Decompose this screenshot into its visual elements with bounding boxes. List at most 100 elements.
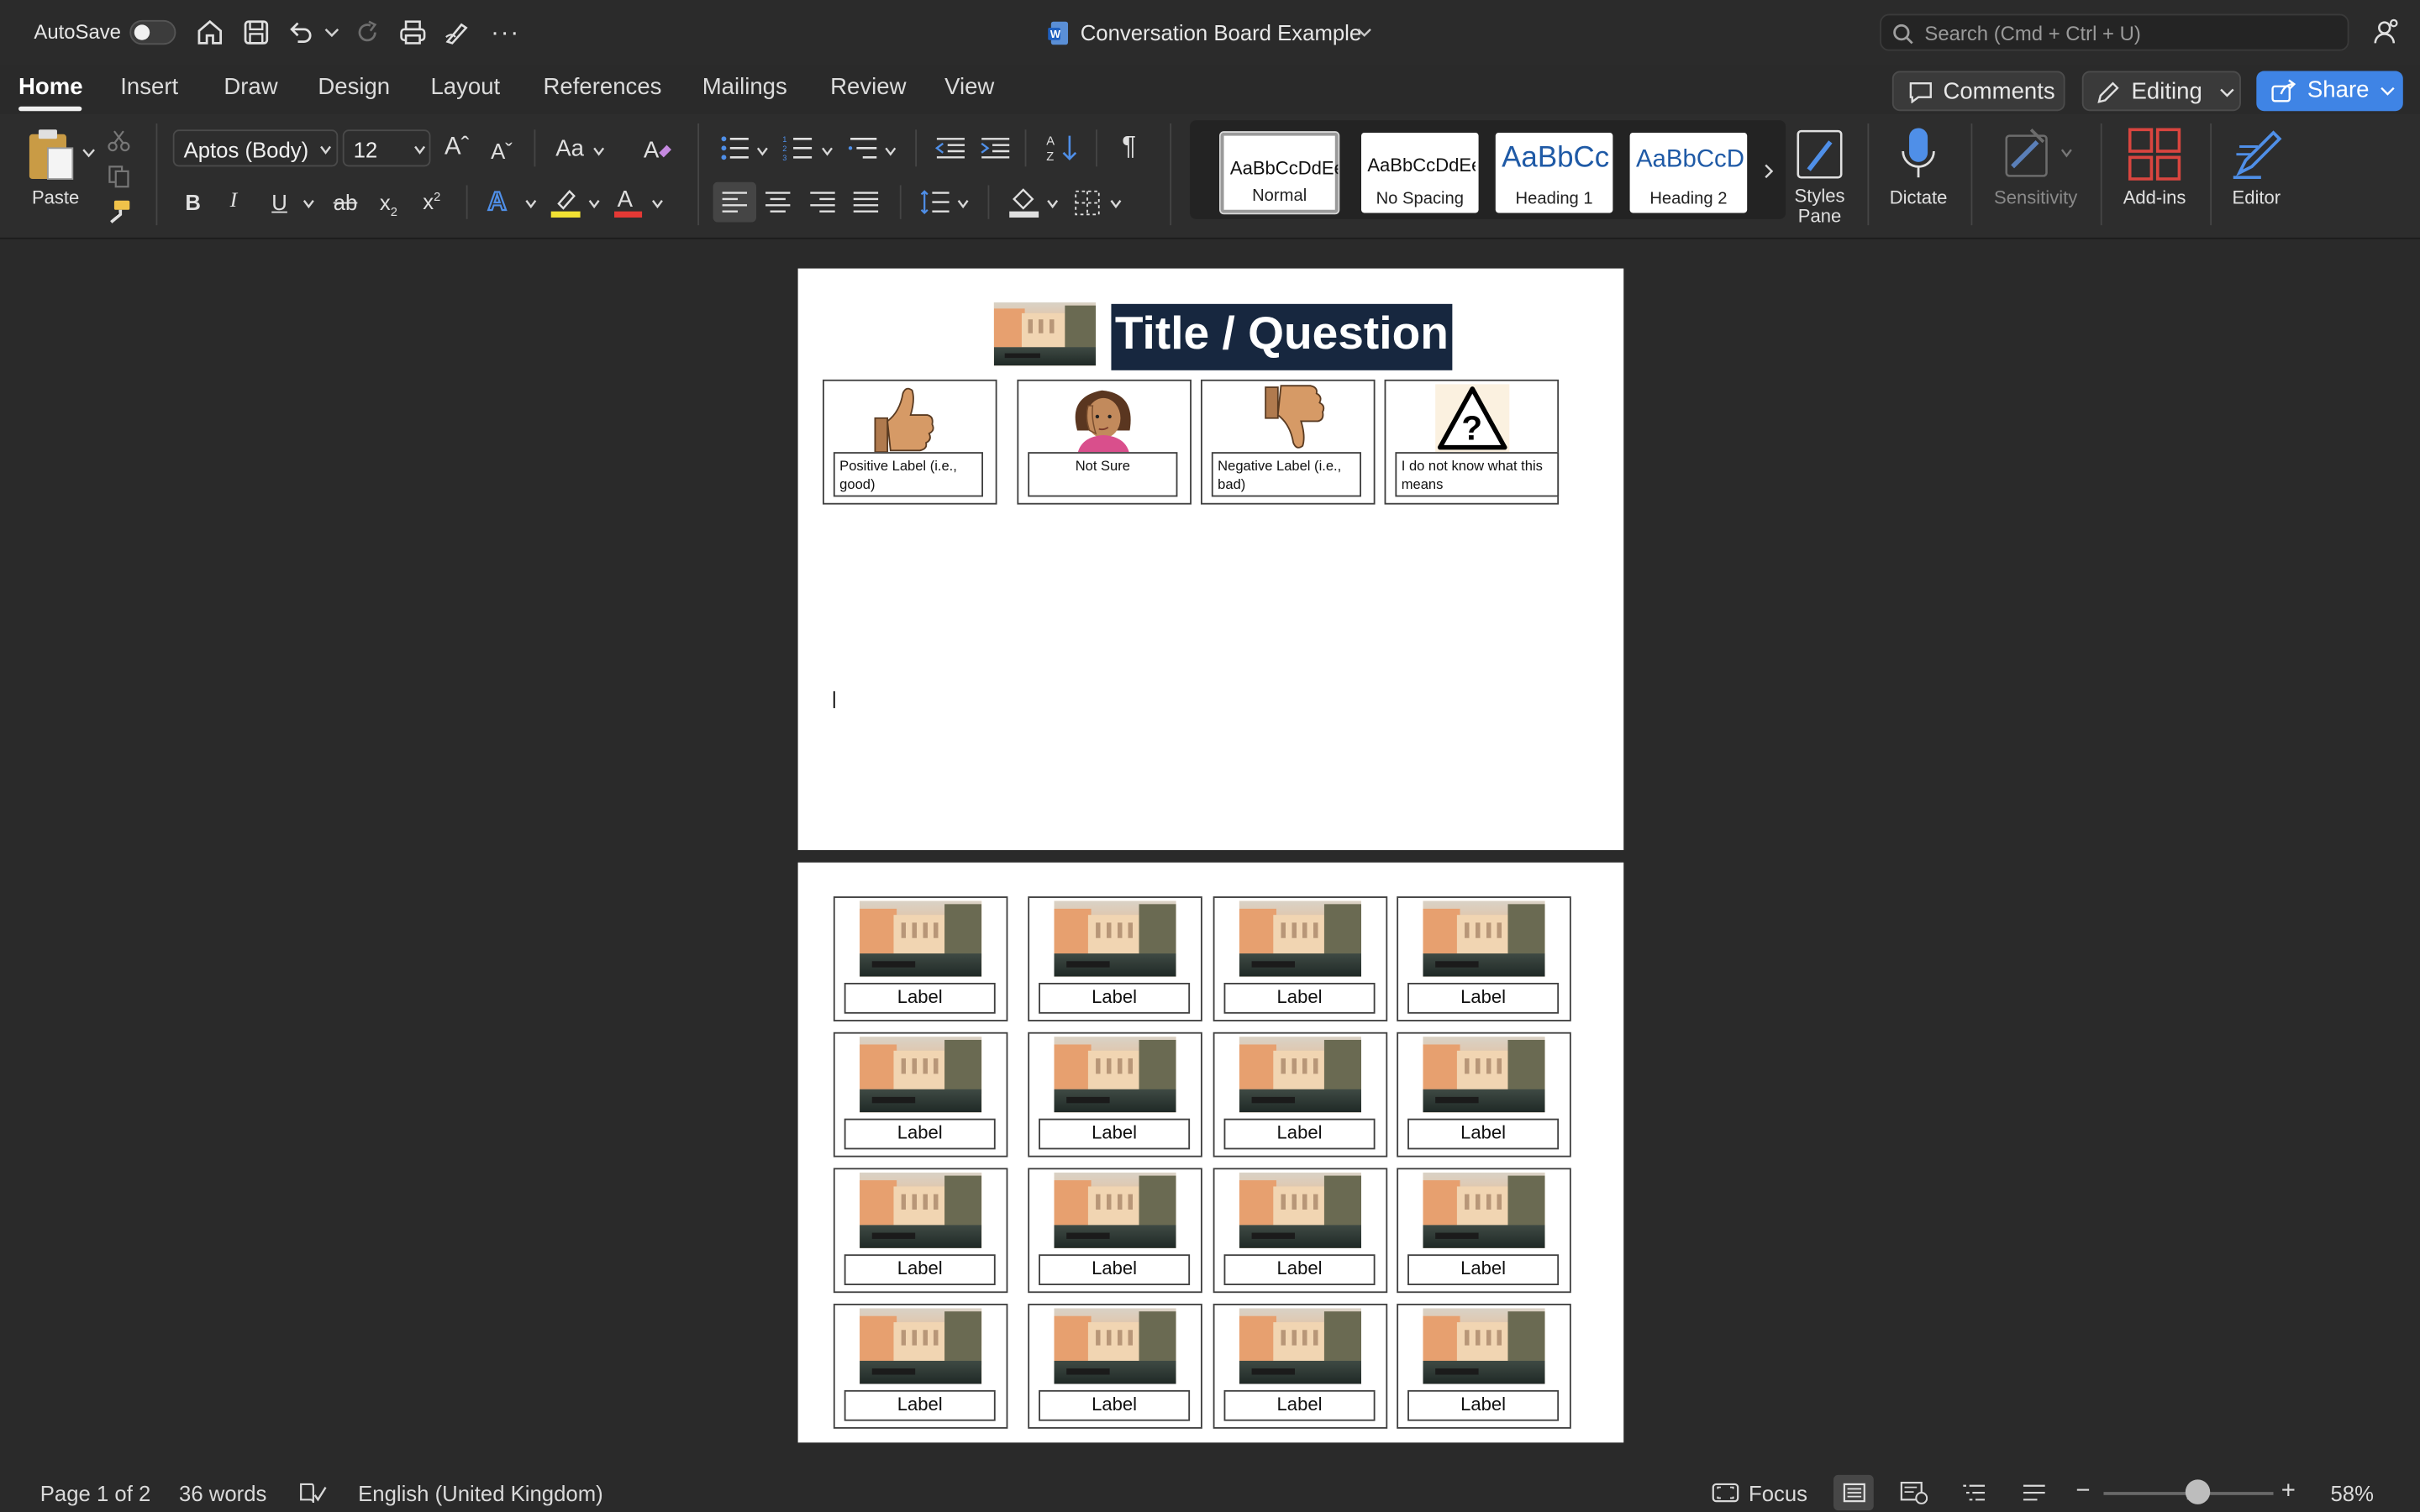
response-card-positive[interactable]: Positive Label (i.e., good) bbox=[822, 379, 997, 505]
tab-home[interactable]: Home bbox=[18, 74, 83, 100]
align-center-icon[interactable] bbox=[764, 192, 792, 213]
undo-icon[interactable] bbox=[287, 18, 315, 46]
card-photo[interactable] bbox=[1054, 900, 1176, 977]
dictate-label[interactable]: Dictate bbox=[1876, 186, 1962, 208]
borders-icon[interactable] bbox=[1074, 190, 1100, 216]
card-photo[interactable] bbox=[1054, 1172, 1176, 1248]
picture-card-label[interactable]: Label bbox=[844, 1389, 996, 1421]
picture-card[interactable]: Label bbox=[1213, 1032, 1388, 1158]
response-card-not-sure[interactable]: Not Sure bbox=[1017, 379, 1192, 505]
zoom-slider-thumb[interactable] bbox=[2184, 1479, 2210, 1504]
page-count[interactable]: Page 1 of 2 bbox=[40, 1481, 151, 1505]
change-case-chevron-icon[interactable] bbox=[592, 145, 605, 158]
redo-icon[interactable] bbox=[354, 18, 381, 46]
tab-draw[interactable]: Draw bbox=[224, 74, 277, 100]
picture-card-label[interactable]: Label bbox=[1039, 1389, 1191, 1421]
increase-indent-icon[interactable] bbox=[980, 136, 1011, 160]
grow-font-icon[interactable]: Aˆ bbox=[445, 135, 469, 160]
bullets-chevron-icon[interactable] bbox=[756, 145, 769, 158]
font-color-chevron-icon[interactable] bbox=[651, 197, 664, 210]
focus-label[interactable]: Focus bbox=[1749, 1481, 1807, 1505]
editing-mode-button[interactable]: Editing bbox=[2081, 71, 2241, 112]
print-icon[interactable] bbox=[398, 18, 428, 46]
picture-card-label[interactable]: Label bbox=[1407, 1118, 1560, 1150]
word-count[interactable]: 36 words bbox=[179, 1481, 266, 1505]
response-card-label[interactable]: Negative Label (i.e., bad) bbox=[1211, 452, 1362, 497]
picture-card[interactable]: Label bbox=[833, 1168, 1008, 1294]
bullets-icon[interactable] bbox=[719, 134, 750, 162]
show-formatting-marks-icon[interactable]: ¶ bbox=[1122, 133, 1136, 159]
add-ins-grid-icon[interactable] bbox=[2128, 128, 2181, 181]
format-painter-icon[interactable] bbox=[105, 197, 133, 225]
highlight-color-icon[interactable] bbox=[550, 185, 583, 218]
picture-card[interactable]: Label bbox=[1397, 1032, 1571, 1158]
card-photo[interactable] bbox=[1423, 1172, 1545, 1248]
card-photo[interactable] bbox=[1054, 1308, 1176, 1384]
numbering-chevron-icon[interactable] bbox=[821, 145, 834, 158]
picture-card-label[interactable]: Label bbox=[1039, 1254, 1191, 1286]
proofing-icon[interactable] bbox=[299, 1481, 327, 1504]
picture-card-label[interactable]: Label bbox=[1223, 1389, 1376, 1421]
print-layout-view-button[interactable] bbox=[1833, 1474, 1874, 1511]
zoom-level[interactable]: 58% bbox=[2330, 1481, 2373, 1505]
share-button[interactable]: Share bbox=[2256, 71, 2403, 112]
picture-card-label[interactable]: Label bbox=[1039, 1118, 1191, 1150]
tab-design[interactable]: Design bbox=[318, 74, 390, 100]
card-photo[interactable] bbox=[860, 1308, 982, 1384]
autosave-toggle[interactable] bbox=[129, 19, 176, 45]
microphone-icon[interactable] bbox=[1898, 127, 1939, 182]
shading-icon[interactable] bbox=[1007, 185, 1041, 218]
card-photo[interactable] bbox=[860, 1037, 982, 1113]
picture-card-label[interactable]: Label bbox=[844, 1254, 996, 1286]
font-name-select[interactable]: Aptos (Body) bbox=[172, 129, 339, 167]
zoom-out-button[interactable]: − bbox=[2075, 1478, 2090, 1506]
justify-icon[interactable] bbox=[852, 192, 880, 213]
copy-icon[interactable] bbox=[107, 164, 131, 188]
picture-card-label[interactable]: Label bbox=[1223, 1118, 1376, 1150]
picture-card-label[interactable]: Label bbox=[1407, 1389, 1560, 1421]
language-indicator[interactable]: English (United Kingdom) bbox=[358, 1481, 603, 1505]
picture-card[interactable]: Label bbox=[833, 1032, 1008, 1158]
card-photo[interactable] bbox=[1239, 900, 1362, 977]
paste-label[interactable]: Paste bbox=[28, 186, 83, 208]
change-case-button[interactable]: Aa bbox=[555, 137, 584, 161]
shrink-font-icon[interactable]: Aˇ bbox=[491, 139, 513, 163]
card-photo[interactable] bbox=[1423, 1308, 1545, 1384]
response-card-label[interactable]: I do not know what this means bbox=[1395, 452, 1560, 497]
picture-card[interactable]: Label bbox=[1213, 896, 1388, 1021]
multilevel-chevron-icon[interactable] bbox=[884, 145, 897, 158]
response-card-label[interactable]: Not Sure bbox=[1028, 452, 1178, 497]
comments-button[interactable]: Comments bbox=[1891, 71, 2065, 112]
style-heading-1[interactable]: AaBbCc Heading 1 bbox=[1495, 132, 1613, 213]
picture-card[interactable]: Label bbox=[1028, 1304, 1202, 1429]
superscript-button[interactable]: x2 bbox=[423, 185, 440, 214]
style-no-spacing[interactable]: AaBbCcDdEe No Spacing bbox=[1361, 132, 1479, 213]
picture-card-label[interactable]: Label bbox=[844, 983, 996, 1014]
line-spacing-icon[interactable] bbox=[920, 188, 951, 216]
tab-mailings[interactable]: Mailings bbox=[702, 74, 787, 100]
paste-clipboard-icon[interactable] bbox=[26, 127, 78, 182]
picture-card-label[interactable]: Label bbox=[1223, 1254, 1376, 1286]
picture-card[interactable]: Label bbox=[1213, 1168, 1388, 1294]
draft-view-icon[interactable] bbox=[2022, 1483, 2046, 1503]
picture-card-label[interactable]: Label bbox=[1223, 983, 1376, 1014]
decrease-indent-icon[interactable] bbox=[935, 136, 966, 160]
picture-card-label[interactable]: Label bbox=[1039, 983, 1191, 1014]
undo-dropdown-chevron-icon[interactable] bbox=[324, 26, 339, 39]
numbering-icon[interactable]: 123 bbox=[782, 134, 813, 162]
sensitivity-label[interactable]: Sensitivity bbox=[1981, 186, 2090, 208]
font-size-select[interactable]: 12 bbox=[342, 129, 431, 167]
document-page-2[interactable]: Label Label Label Label Label Label Label Label… bbox=[797, 862, 1624, 1443]
italic-button[interactable]: I bbox=[230, 190, 238, 214]
card-photo[interactable] bbox=[1239, 1037, 1362, 1113]
save-icon[interactable] bbox=[242, 18, 270, 46]
tab-insert[interactable]: Insert bbox=[120, 74, 178, 100]
tab-layout[interactable]: Layout bbox=[430, 74, 500, 100]
multilevel-list-icon[interactable] bbox=[847, 134, 878, 162]
editor-pen-icon[interactable] bbox=[2230, 127, 2286, 182]
align-right-icon[interactable] bbox=[808, 192, 836, 213]
tab-review[interactable]: Review bbox=[830, 74, 906, 100]
account-icon[interactable] bbox=[2372, 18, 2400, 46]
focus-icon[interactable] bbox=[1712, 1481, 1739, 1504]
line-spacing-chevron-icon[interactable] bbox=[957, 197, 970, 210]
